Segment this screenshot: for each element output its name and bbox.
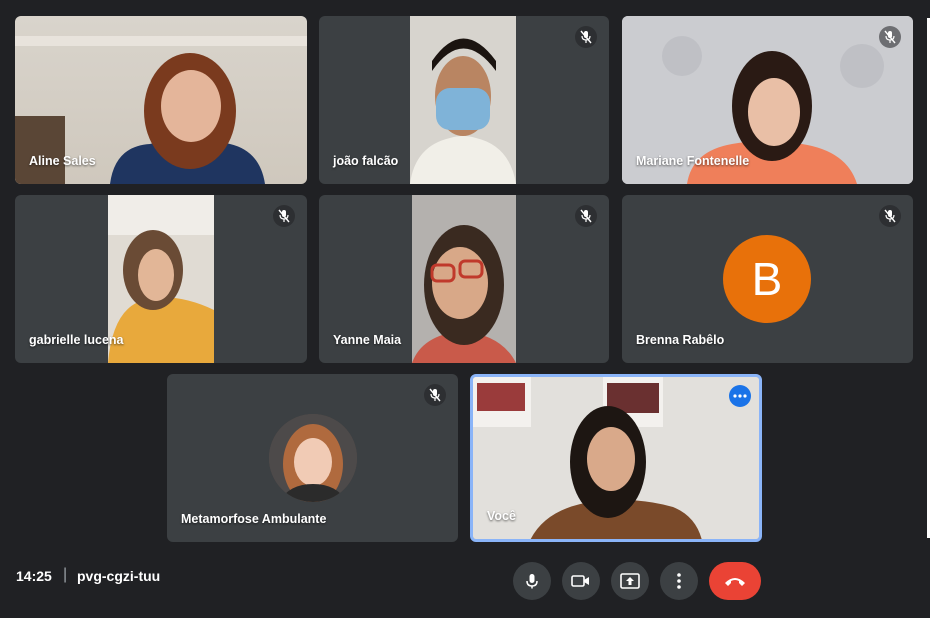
participant-tile-yanne-maia[interactable]: Yanne Maia (319, 195, 609, 363)
video-camera-icon (571, 575, 589, 587)
meeting-time: 14:25 (16, 568, 52, 584)
camera-button[interactable] (562, 562, 600, 600)
participant-avatar: B (723, 235, 811, 323)
present-screen-icon (620, 573, 640, 589)
mic-off-icon (879, 26, 901, 48)
participant-video-image (412, 195, 516, 363)
mic-off-icon (424, 384, 446, 406)
participant-tile-aline-sales[interactable]: Aline Sales (15, 16, 307, 184)
meeting-code: pvg-cgzi-tuu (77, 568, 161, 584)
meeting-controls-bar: 14:25 | pvg-cgzi-tuu (0, 544, 930, 618)
participant-avatar-image (269, 414, 357, 502)
mic-off-icon (273, 205, 295, 227)
divider: | (63, 566, 68, 583)
more-options-icon (677, 573, 681, 589)
participant-name: Você (487, 509, 516, 523)
participant-name: Aline Sales (29, 154, 96, 168)
participant-avatar (269, 414, 357, 502)
participant-name: Metamorfose Ambulante (181, 512, 327, 526)
participant-tile-gabrielle-lucena[interactable]: gabrielle lucena (15, 195, 307, 363)
participant-video (412, 195, 516, 363)
participant-video-image (410, 16, 516, 184)
hang-up-icon (725, 578, 745, 586)
participant-video (108, 195, 214, 363)
present-button[interactable] (611, 562, 649, 600)
participant-video-image (108, 195, 214, 363)
participant-tile-joao-falcao[interactable]: joão falcão (319, 16, 609, 184)
leave-call-button[interactable] (709, 562, 761, 600)
participant-tile-metamorfose-ambulante[interactable]: Metamorfose Ambulante (167, 374, 458, 542)
participant-tile-self[interactable]: Você (470, 374, 762, 542)
mic-off-icon (575, 205, 597, 227)
participant-tile-brenna-rabelo[interactable]: B Brenna Rabêlo (622, 195, 913, 363)
microphone-icon (526, 574, 538, 589)
mic-off-icon (575, 26, 597, 48)
microphone-button[interactable] (513, 562, 551, 600)
participant-name: Yanne Maia (333, 333, 402, 347)
tile-more-options-icon[interactable] (729, 385, 751, 407)
participant-name: Mariane Fontenelle (636, 154, 750, 168)
participant-video (410, 16, 516, 184)
participant-name: Brenna Rabêlo (636, 333, 725, 347)
participant-tile-mariane-fontenelle[interactable]: Mariane Fontenelle (622, 16, 913, 184)
more-options-button[interactable] (660, 562, 698, 600)
mic-off-icon (879, 205, 901, 227)
participant-name: gabrielle lucena (29, 333, 124, 347)
participant-name: joão falcão (333, 154, 399, 168)
